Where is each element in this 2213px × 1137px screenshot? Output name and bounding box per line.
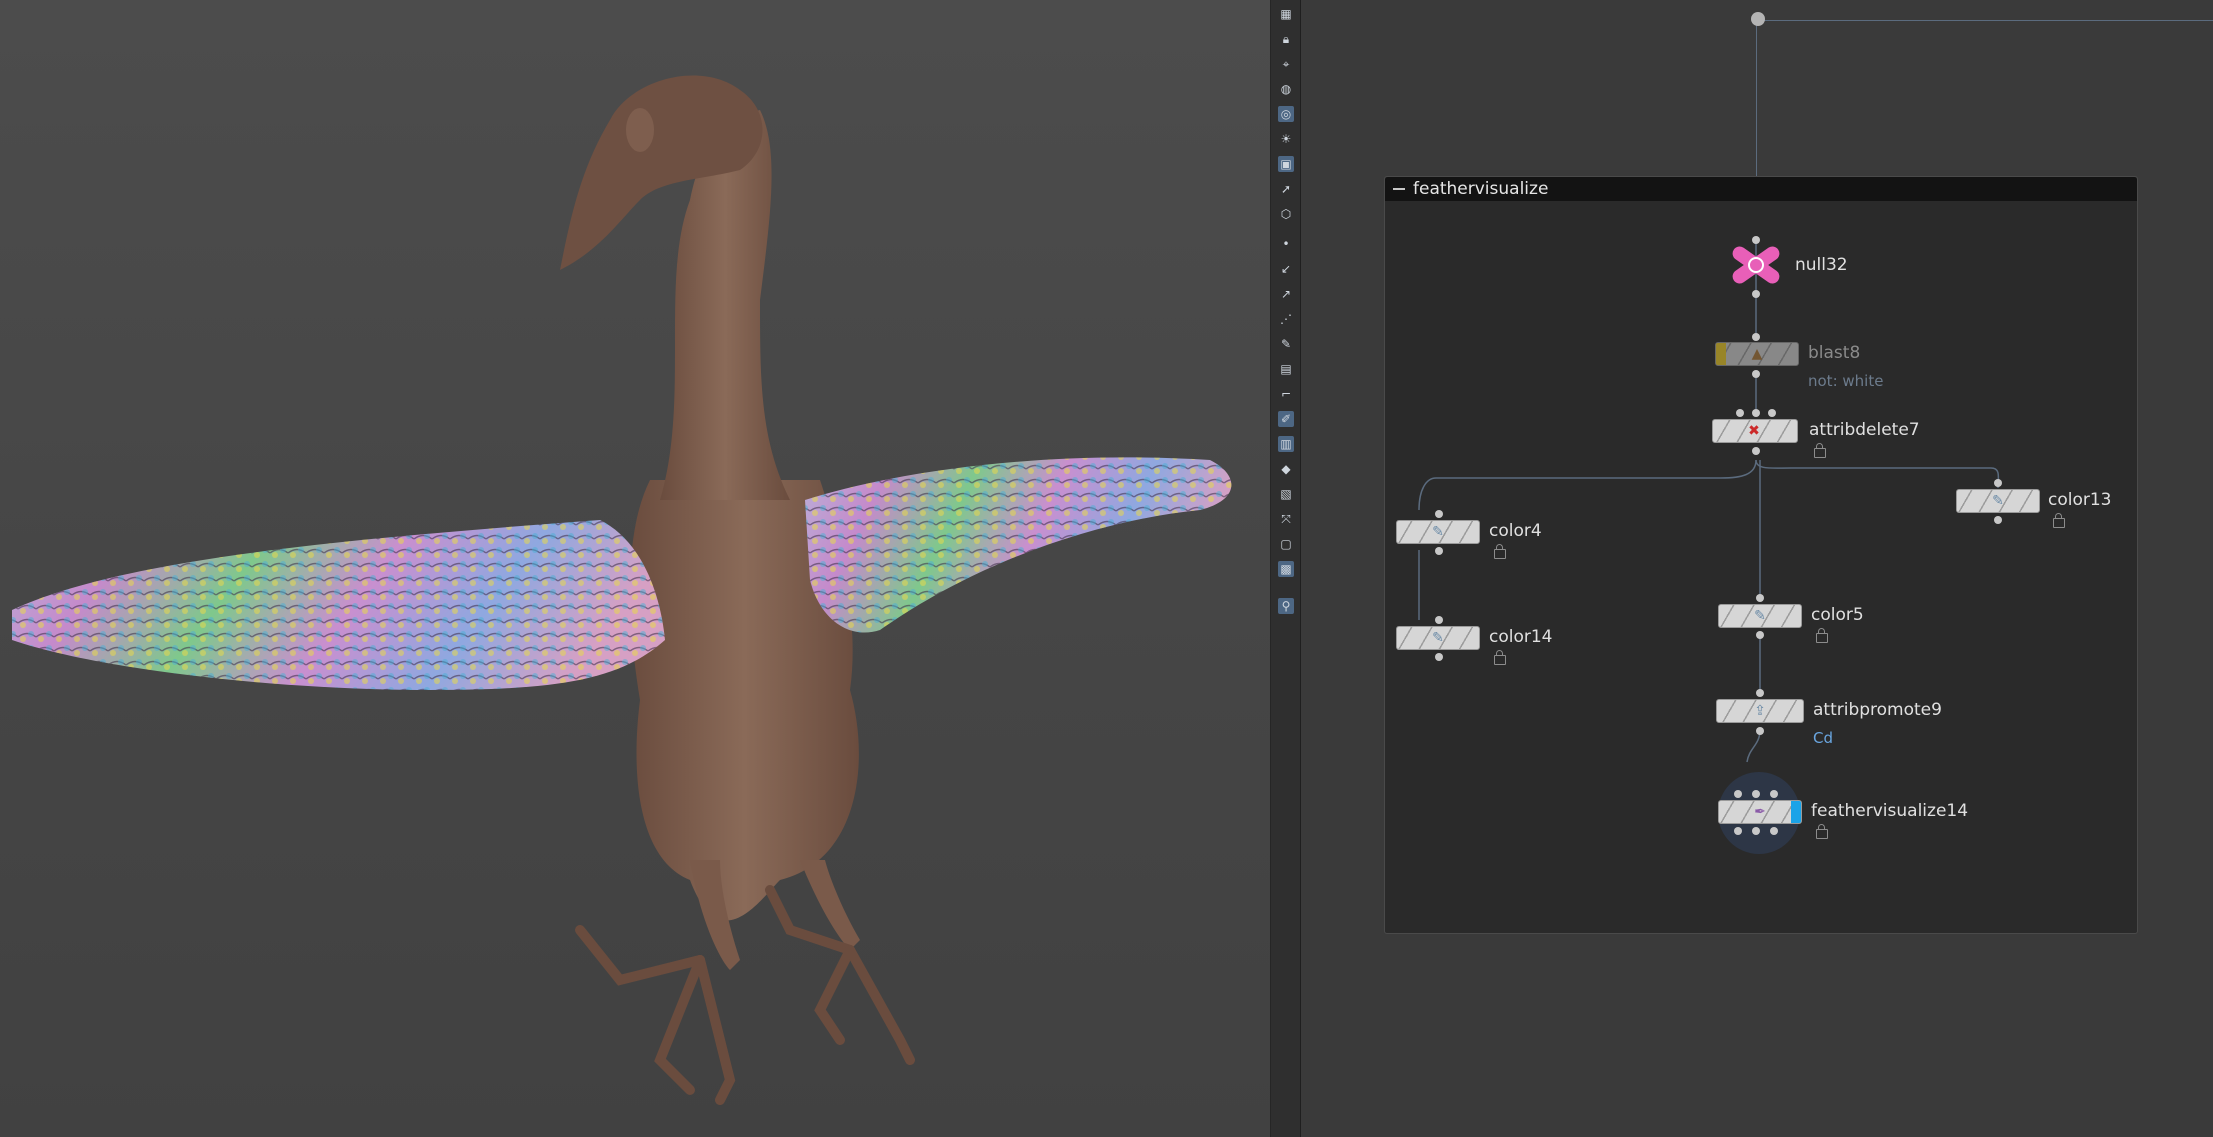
attribdelete-icon: ✖ — [1748, 423, 1760, 439]
color5-input-port[interactable] — [1756, 594, 1764, 602]
viewport-toolbar: ▦ 🔒︎ ⌖ ◍ ◎ ☀ ▣ ➚ ⬡ • ↙ ↗ ⋰ ✎ ▤ ⌐ ✐ ▥ ◆ ▧… — [1270, 0, 1302, 1137]
corner-icon[interactable]: ⌐ — [1278, 386, 1294, 402]
lock-icon[interactable] — [1494, 544, 1506, 559]
attribdelete7-input-port-1[interactable] — [1736, 409, 1744, 417]
node-blast8[interactable]: ▲ — [1715, 342, 1799, 366]
geometry-icon[interactable]: ⬡ — [1278, 206, 1294, 222]
ghost-icon[interactable]: ▥ — [1278, 436, 1294, 452]
scene-viewport[interactable] — [0, 0, 1270, 1137]
highlight-icon[interactable]: ✐ — [1278, 411, 1294, 427]
feather-icon: ✒ — [1754, 804, 1766, 820]
color-icon: ✎ — [1992, 493, 2004, 509]
snap-icon[interactable]: ⌖ — [1278, 56, 1294, 72]
primitive-icon[interactable]: ↗ — [1278, 286, 1294, 302]
network-editor[interactable]: feathervisualize null32 ▲ blast8 not: wh… — [1301, 0, 2213, 1137]
node-attribdelete7[interactable]: ✖ — [1712, 419, 1798, 443]
null-node-icon — [1732, 246, 1780, 284]
lock-icon[interactable] — [1814, 443, 1826, 458]
camera-view-icon[interactable]: ▩ — [1278, 561, 1294, 577]
feathervisualize14-output-port-3[interactable] — [1770, 827, 1778, 835]
node-label: color14 — [1489, 627, 1553, 647]
node-color14[interactable]: ✎ — [1396, 626, 1480, 650]
attribdelete7-input-port-2[interactable] — [1752, 409, 1760, 417]
node-comment: Cd — [1813, 729, 1833, 747]
node-label: color13 — [2048, 490, 2112, 510]
camera-icon[interactable]: ▣ — [1278, 156, 1294, 172]
color4-input-port[interactable] — [1435, 510, 1443, 518]
edge-icon[interactable]: ↙ — [1278, 261, 1294, 277]
node-attribpromote9[interactable]: ⇪ — [1716, 699, 1804, 723]
lock-icon[interactable] — [1494, 650, 1506, 665]
node-label: attribdelete7 — [1809, 420, 1920, 440]
node-label: color5 — [1811, 605, 1864, 625]
wireframe-icon[interactable]: ◎ — [1278, 106, 1294, 122]
node-label: blast8 — [1808, 343, 1861, 363]
pin-icon[interactable]: ⚲ — [1278, 598, 1294, 614]
bypass-flag[interactable] — [1716, 343, 1726, 365]
bird-model — [12, 75, 1232, 1105]
attribpromote-icon: ⇪ — [1754, 703, 1766, 719]
brush-icon[interactable]: ✎ — [1278, 336, 1294, 352]
attribpromote9-output-port[interactable] — [1756, 727, 1764, 735]
select-icon[interactable]: ➚ — [1278, 181, 1294, 197]
flip-icon[interactable]: ⤧ — [1278, 511, 1294, 527]
feathervisualize14-input-port-3[interactable] — [1770, 790, 1778, 798]
attribdelete7-input-port-3[interactable] — [1768, 409, 1776, 417]
node-color5[interactable]: ✎ — [1718, 604, 1802, 628]
color14-input-port[interactable] — [1435, 616, 1443, 624]
node-feathervisualize14[interactable]: ✒ — [1718, 800, 1802, 824]
color13-output-port[interactable] — [1994, 516, 2002, 524]
node-color13[interactable]: ✎ — [1956, 489, 2040, 513]
feathervisualize14-output-port-1[interactable] — [1734, 827, 1742, 835]
color13-input-port[interactable] — [1994, 479, 2002, 487]
lock-icon[interactable] — [1816, 824, 1828, 839]
color4-output-port[interactable] — [1435, 547, 1443, 555]
blast8-output-port[interactable] — [1752, 370, 1760, 378]
node-label: attribpromote9 — [1813, 700, 1942, 720]
color-icon: ✎ — [1754, 608, 1766, 624]
null32-output-port[interactable] — [1752, 290, 1760, 298]
shading-icon[interactable]: ◍ — [1278, 81, 1294, 97]
paint-icon[interactable]: ▤ — [1278, 361, 1294, 377]
color14-output-port[interactable] — [1435, 653, 1443, 661]
point-icon[interactable]: • — [1278, 236, 1294, 252]
blast8-input-port[interactable] — [1752, 333, 1760, 341]
node-comment: not: white — [1808, 372, 1884, 390]
template-icon[interactable]: ▧ — [1278, 486, 1294, 502]
node-label: null32 — [1795, 255, 1848, 275]
node-wires — [1418, 240, 2000, 763]
display-options-icon[interactable]: ▦ — [1278, 6, 1294, 22]
lock-icon[interactable] — [1816, 628, 1828, 643]
display-flag[interactable] — [1791, 801, 1801, 823]
color-icon: ✎ — [1432, 524, 1444, 540]
lock-icon[interactable]: 🔒︎ — [1278, 31, 1294, 47]
lock-icon[interactable] — [2053, 513, 2065, 528]
node-color4[interactable]: ✎ — [1396, 520, 1480, 544]
color-icon: ✎ — [1432, 630, 1444, 646]
attribpromote9-input-port[interactable] — [1756, 689, 1764, 697]
reference-icon[interactable]: ◆ — [1278, 461, 1294, 477]
feathervisualize14-input-port-1[interactable] — [1734, 790, 1742, 798]
color5-output-port[interactable] — [1756, 631, 1764, 639]
background-icon[interactable]: ▢ — [1278, 536, 1294, 552]
null32-input-port[interactable] — [1752, 236, 1760, 244]
node-label: color4 — [1489, 521, 1542, 541]
blast-icon: ▲ — [1751, 346, 1763, 362]
node-label: feathervisualize14 — [1811, 801, 1969, 821]
node-null32[interactable] — [1725, 240, 1787, 290]
feathervisualize14-input-port-2[interactable] — [1752, 790, 1760, 798]
feathervisualize14-output-port-2[interactable] — [1752, 827, 1760, 835]
attribdelete7-output-port[interactable] — [1752, 447, 1760, 455]
vertex-icon[interactable]: ⋰ — [1278, 311, 1294, 327]
light-icon[interactable]: ☀ — [1278, 131, 1294, 147]
